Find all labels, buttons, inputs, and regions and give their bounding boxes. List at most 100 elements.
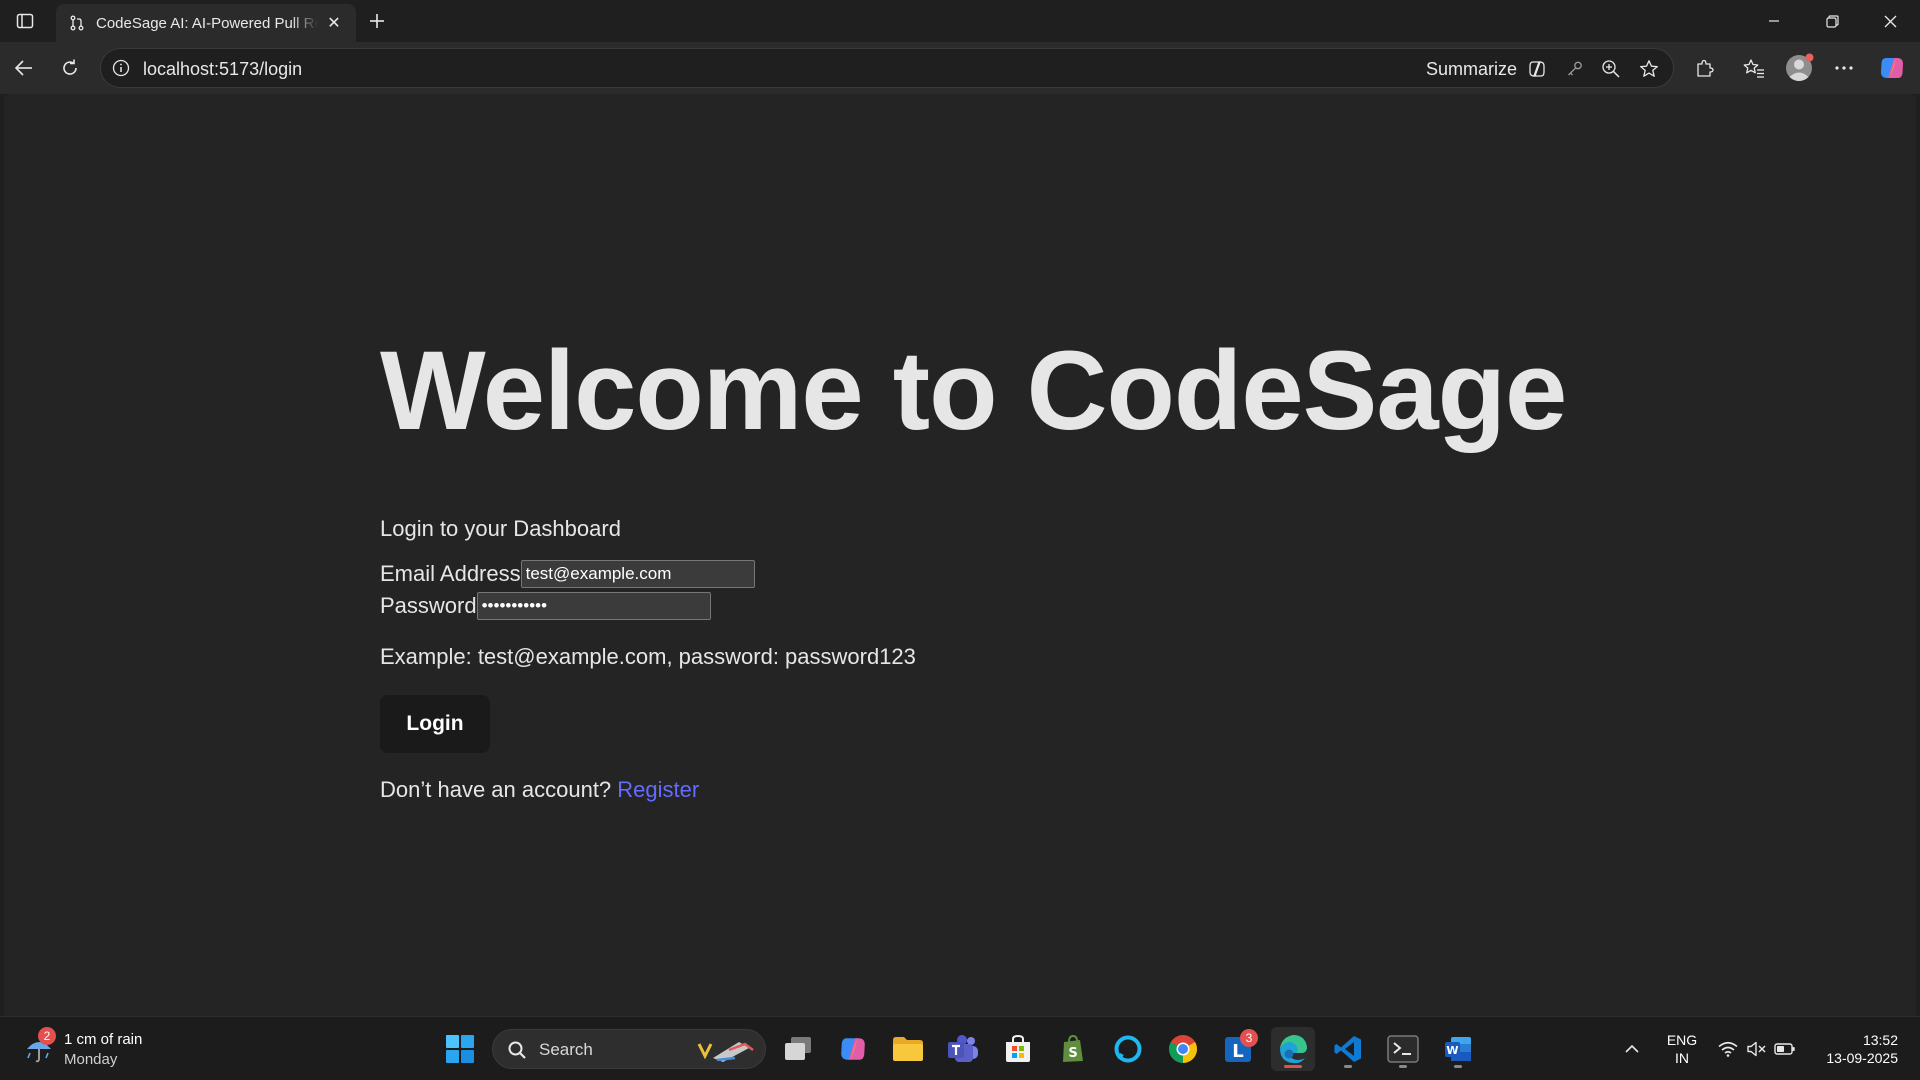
close-icon <box>1884 15 1896 27</box>
close-window-button[interactable] <box>1861 0 1919 42</box>
taskbar-app-alexa[interactable] <box>1106 1027 1150 1071</box>
task-view-button[interactable] <box>776 1027 820 1071</box>
chrome-icon <box>1169 1035 1197 1063</box>
sidebar-toggle-icon <box>16 13 34 29</box>
copilot-icon <box>1881 58 1903 78</box>
search-icon <box>508 1041 526 1059</box>
favorites-list-icon <box>1743 59 1764 78</box>
store-icon <box>1006 1034 1030 1062</box>
restore-button[interactable] <box>1803 0 1861 42</box>
copilot-summarize-icon[interactable] <box>1525 57 1549 81</box>
windows-logo-icon <box>446 1035 474 1063</box>
back-button[interactable] <box>8 52 40 84</box>
browser-tab-active[interactable]: CodeSage AI: AI-Powered Pull Request Rev… <box>56 4 356 42</box>
search-highlight-icon <box>697 1042 754 1062</box>
site-info-icon[interactable] <box>111 58 131 78</box>
edge-icon <box>1280 1035 1307 1064</box>
profile-avatar-icon <box>1786 53 1814 81</box>
start-button[interactable] <box>438 1027 482 1071</box>
profile-button[interactable] <box>1783 52 1815 84</box>
zoom-icon[interactable] <box>1599 57 1623 81</box>
svg-text:W: W <box>1446 1044 1458 1057</box>
taskbar-app-copilot[interactable] <box>831 1027 875 1071</box>
browser-toolbar: localhost:5173/login Summarize <box>0 42 1920 94</box>
summarize-button[interactable]: Summarize <box>1426 59 1517 80</box>
copilot-app-icon <box>841 1038 865 1060</box>
system-clock[interactable]: 13:52 13-09-2025 <box>1826 1031 1898 1067</box>
plus-icon <box>370 14 384 28</box>
minimize-icon <box>1769 20 1779 22</box>
battery-status[interactable] <box>1772 1039 1798 1059</box>
page-title: Welcome to CodeSage <box>380 328 1567 453</box>
refresh-icon <box>63 59 77 75</box>
restore-icon <box>1825 14 1839 28</box>
address-bar[interactable]: localhost:5173/login Summarize <box>100 48 1674 88</box>
clock-date: 13-09-2025 <box>1826 1050 1898 1066</box>
puzzle-icon <box>1697 59 1714 77</box>
taskbar-app-terminal[interactable] <box>1381 1027 1425 1071</box>
folder-icon <box>893 1037 923 1061</box>
windows-taskbar: 2 1 cm of rain Monday Search S L 3 W ENG… <box>0 1016 1920 1080</box>
register-prompt-text: Don’t have an account? <box>380 777 612 803</box>
svg-text:S: S <box>1068 1046 1077 1061</box>
taskbar-app-file-explorer[interactable] <box>886 1027 930 1071</box>
taskbar-app-shopify[interactable]: S <box>1051 1027 1095 1071</box>
chevron-up-icon <box>1625 1044 1639 1053</box>
register-prompt: Don’t have an account? Register <box>380 777 1580 803</box>
password-field[interactable] <box>476 592 711 621</box>
running-app-indicator <box>1399 1065 1407 1068</box>
teams-icon <box>948 1035 978 1062</box>
taskbar-app-outlook[interactable]: L 3 <box>1216 1027 1260 1071</box>
favorite-star-icon[interactable] <box>1637 57 1661 81</box>
taskbar-search[interactable]: Search <box>492 1029 766 1069</box>
back-arrow-icon <box>14 60 32 76</box>
settings-more-button[interactable] <box>1828 52 1860 84</box>
wifi-status[interactable] <box>1716 1039 1740 1059</box>
password-row: Password <box>380 590 1580 622</box>
volume-muted-icon <box>1747 1041 1766 1057</box>
email-label: Email Address <box>380 561 521 587</box>
taskbar-app-vscode[interactable] <box>1326 1027 1370 1071</box>
search-label: Search <box>539 1040 593 1059</box>
taskbar-app-word[interactable]: W <box>1436 1027 1480 1071</box>
ellipsis-icon <box>1835 66 1853 70</box>
active-app-indicator <box>1284 1065 1302 1068</box>
minimize-button[interactable] <box>1745 0 1803 42</box>
key-icon[interactable] <box>1563 57 1587 81</box>
example-credentials-hint: Example: test@example.com, password: pas… <box>380 644 916 670</box>
close-tab-icon[interactable]: ✕ <box>324 13 344 33</box>
login-subtitle: Login to your Dashboard <box>380 516 621 542</box>
volume-status[interactable] <box>1744 1039 1768 1059</box>
show-hidden-icons-button[interactable] <box>1620 1039 1644 1059</box>
taskbar-app-microsoft-store[interactable] <box>996 1027 1040 1071</box>
email-row: Email Address <box>380 558 1580 590</box>
weather-widget[interactable]: 2 1 cm of rain Monday <box>20 1027 170 1071</box>
url-text[interactable]: localhost:5173/login <box>143 59 302 80</box>
vscode-icon <box>1334 1036 1361 1062</box>
pull-request-icon <box>68 14 86 32</box>
login-button[interactable]: Login <box>380 695 490 754</box>
taskbar-app-teams[interactable] <box>941 1027 985 1071</box>
new-tab-button[interactable] <box>362 6 392 36</box>
tab-title: CodeSage AI: AI-Powered Pull Request Rev… <box>96 14 318 32</box>
taskbar-app-chrome[interactable] <box>1161 1027 1205 1071</box>
favorites-button[interactable] <box>1738 52 1770 84</box>
email-field[interactable] <box>520 560 755 589</box>
page-viewport: Welcome to CodeSage Login to your Dashbo… <box>4 94 1916 1016</box>
running-app-indicator <box>1454 1065 1462 1068</box>
taskbar-app-edge[interactable] <box>1271 1027 1315 1071</box>
alexa-ring-icon <box>1114 1035 1142 1063</box>
language-indicator[interactable]: ENG IN <box>1662 1031 1702 1067</box>
copilot-button[interactable] <box>1876 52 1908 84</box>
weather-summary: 1 cm of rain <box>64 1031 143 1048</box>
login-container: Welcome to CodeSage Login to your Dashbo… <box>380 324 1580 803</box>
terminal-icon <box>1387 1035 1419 1063</box>
weather-alert-badge: 2 <box>38 1027 56 1045</box>
battery-icon <box>1774 1043 1795 1055</box>
tab-actions-button[interactable] <box>10 6 40 36</box>
outlook-notification-badge: 3 <box>1240 1029 1258 1047</box>
extensions-button[interactable] <box>1688 52 1720 84</box>
shopify-icon: S <box>1063 1034 1083 1062</box>
register-link[interactable]: Register <box>617 777 699 802</box>
refresh-button[interactable] <box>54 52 86 84</box>
